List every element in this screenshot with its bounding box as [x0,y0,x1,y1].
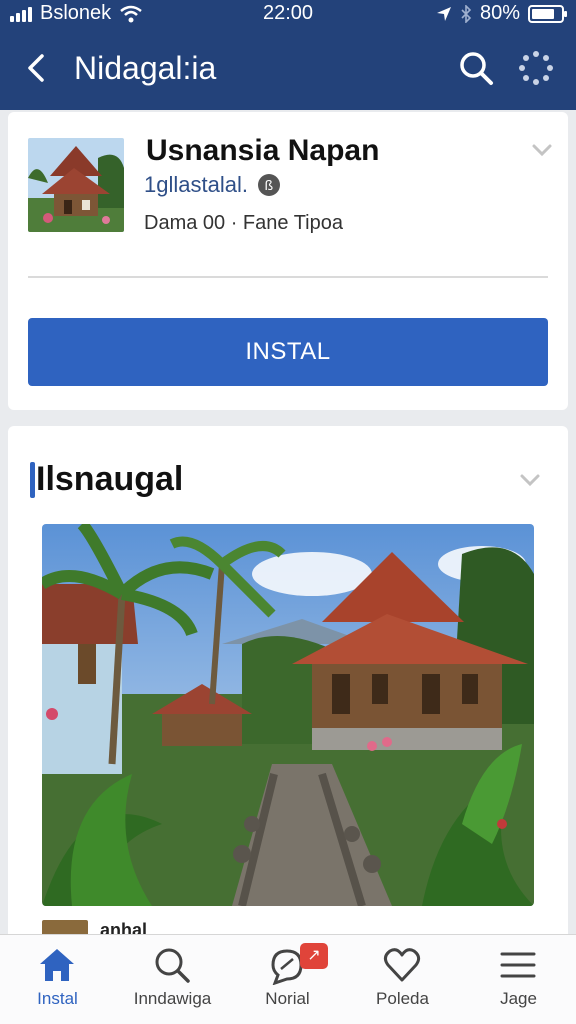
back-arrow-icon[interactable] [18,48,54,88]
divider [28,276,548,278]
developer-link[interactable]: 1gllastalal. [144,172,248,198]
house-thumbnail-image [28,138,124,232]
location-icon [436,6,451,21]
section-accent [30,462,35,498]
status-right: 80% [436,2,567,25]
heart-icon [383,948,421,982]
app-name: Usnansia Napan [146,134,380,167]
app-card: Usnansia Napan 1gllastalal. ß Dama 00 · … [8,112,568,410]
section-title: Ilsnaugal [36,460,184,498]
home-icon [40,949,74,981]
loading-dots-icon[interactable] [516,48,556,88]
tab-label: Instal [37,989,78,1008]
chevron-down-icon[interactable] [530,140,554,160]
app-header: Bslonek 22:00 80% Nidagal:ia [0,0,576,110]
developer-row: 1gllastalal. ß [144,172,280,198]
screenshots-card: Ilsnaugal anhal [8,426,568,946]
tab-label: Inndawiga [133,989,212,1008]
battery-percent: 80% [479,2,520,24]
battery-icon [528,4,567,23]
battery-fill [532,8,555,19]
app-meta: Dama 00 · Fane Tipoa [144,212,343,234]
search-icon[interactable] [456,48,496,88]
install-button[interactable]: INSTAL [28,318,548,386]
tab-label: Jage [500,989,537,1008]
nav-bar: Nidagal:ia [0,40,576,100]
chevron-down-icon[interactable] [518,470,542,490]
bottom-nav: Instal Inndawiga Norial ↗ Poleda Jage [0,934,576,1024]
tab-label: Poleda [376,989,429,1008]
app-thumbnail[interactable] [28,138,124,232]
notification-badge: ↗ [300,943,328,969]
tab-poleda[interactable]: Poleda [345,935,460,1024]
tropical-house-photo [42,524,534,906]
screenshot-image[interactable] [42,524,534,906]
tab-jage[interactable]: Jage [461,935,576,1024]
status-bar: Bslonek 22:00 80% [0,0,576,28]
search-icon [155,948,190,983]
tab-label: Norial [265,989,310,1008]
tab-instal[interactable]: Instal [0,935,115,1024]
tab-inndawiga[interactable]: Inndawiga [115,935,230,1024]
page-title: Nidagal:ia [74,50,217,86]
menu-icon [500,952,536,978]
bluetooth-icon [461,4,472,23]
developer-badge-icon: ß [257,174,280,196]
